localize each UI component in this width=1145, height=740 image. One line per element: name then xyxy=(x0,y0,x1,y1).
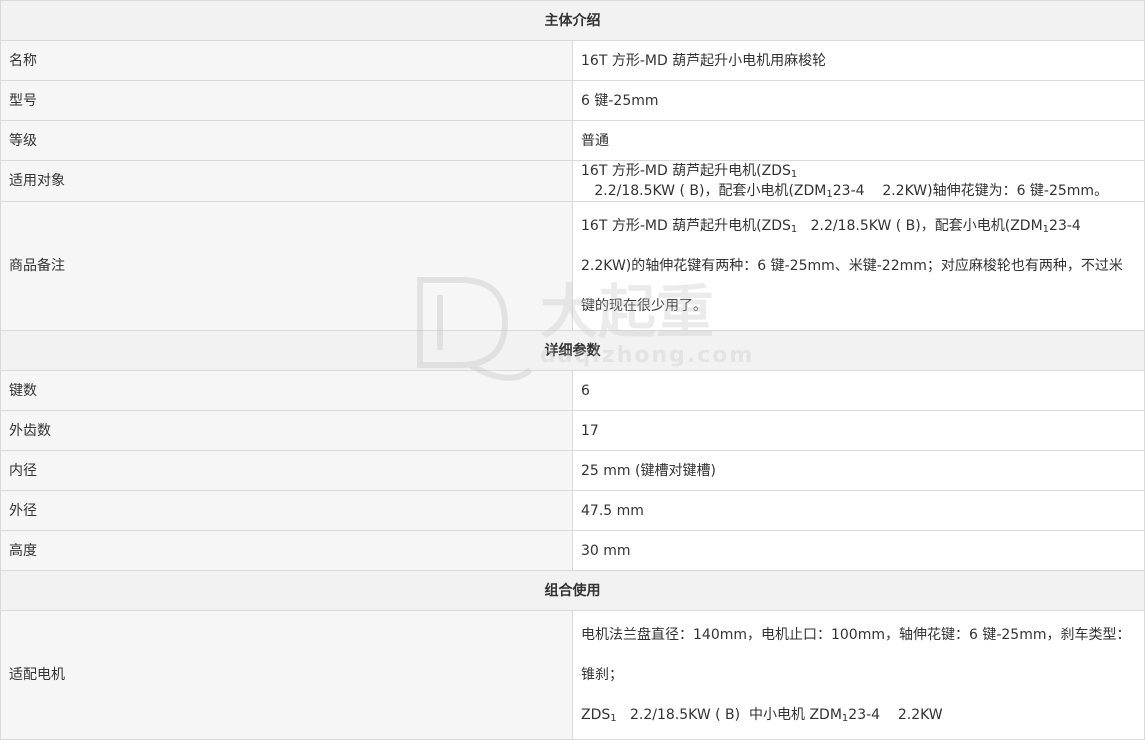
applicable-text-b: 2.2/18.5KW ( B)，配套小电机(ZDM xyxy=(581,183,827,199)
row-value-name: 16T 方形-MD 葫芦起升小电机用麻梭轮 xyxy=(572,40,1145,81)
row-grade: 等级 普通 xyxy=(0,120,1145,161)
row-model: 型号 6 键-25mm xyxy=(0,80,1145,121)
applicable-text-a: 16T 方形-MD 葫芦起升电机(ZDS xyxy=(581,163,791,179)
row-value-remarks: 16T 方形-MD 葫芦起升电机(ZDS1 2.2/18.5KW ( B)，配套… xyxy=(572,201,1145,331)
section-params-row: 详细参数 xyxy=(0,330,1145,371)
row-value-outer-teeth: 17 xyxy=(572,410,1145,451)
row-outer-diameter: 外径 47.5 mm xyxy=(0,490,1145,531)
row-label-height: 高度 xyxy=(0,530,573,571)
row-value-applicable: 16T 方形-MD 葫芦起升电机(ZDS1 2.2/18.5KW ( B)，配套… xyxy=(572,160,1145,202)
row-value-inner-diameter: 25 mm (键槽对键槽) xyxy=(572,450,1145,491)
row-label-keys: 键数 xyxy=(0,370,573,411)
row-motor: 适配电机 电机法兰盘直径：140mm，电机止口：100mm，轴伸花键：6 键-2… xyxy=(0,610,1145,740)
row-outer-teeth: 外齿数 17 xyxy=(0,410,1145,451)
row-label-applicable: 适用对象 xyxy=(0,160,573,202)
applicable-sub-1: 1 xyxy=(790,169,798,180)
row-label-remarks: 商品备注 xyxy=(0,201,573,331)
row-inner-diameter: 内径 25 mm (键槽对键槽) xyxy=(0,450,1145,491)
motor-text-b: 2.2/18.5KW ( B) 中小电机 ZDM xyxy=(616,707,842,723)
row-label-motor: 适配电机 xyxy=(0,610,573,740)
row-value-motor: 电机法兰盘直径：140mm，电机止口：100mm，轴伸花键：6 键-25mm，刹… xyxy=(572,610,1145,740)
remarks-text-b: 2.2/18.5KW ( B)，配套小电机(ZDM xyxy=(797,218,1043,234)
section-intro-row: 主体介绍 xyxy=(0,0,1145,41)
row-label-model: 型号 xyxy=(0,80,573,121)
section-combo-row: 组合使用 xyxy=(0,570,1145,611)
motor-text-a: ZDS xyxy=(581,707,611,723)
row-value-model: 6 键-25mm xyxy=(572,80,1145,121)
motor-text-c: 23-4 2.2KW xyxy=(848,707,943,723)
applicable-text-c: 23-4 2.2KW)轴伸花键为：6 键-25mm。 xyxy=(832,183,1109,199)
row-value-outer-diameter: 47.5 mm xyxy=(572,490,1145,531)
row-keys: 键数 6 xyxy=(0,370,1145,411)
row-label-grade: 等级 xyxy=(0,120,573,161)
row-value-height: 30 mm xyxy=(572,530,1145,571)
row-value-grade: 普通 xyxy=(572,120,1145,161)
motor-line-2: ZDS1 2.2/18.5KW ( B) 中小电机 ZDM123-4 2.2KW xyxy=(581,695,1136,735)
row-height: 高度 30 mm xyxy=(0,530,1145,571)
row-label-outer-diameter: 外径 xyxy=(0,490,573,531)
row-name: 名称 16T 方形-MD 葫芦起升小电机用麻梭轮 xyxy=(0,40,1145,81)
row-applicable: 适用对象 16T 方形-MD 葫芦起升电机(ZDS1 2.2/18.5KW ( … xyxy=(0,160,1145,202)
row-label-inner-diameter: 内径 xyxy=(0,450,573,491)
spec-table: 主体介绍 名称 16T 方形-MD 葫芦起升小电机用麻梭轮 型号 6 键-25m… xyxy=(0,0,1145,740)
row-label-outer-teeth: 外齿数 xyxy=(0,410,573,451)
row-label-name: 名称 xyxy=(0,40,573,81)
section-title-params: 详细参数 xyxy=(0,330,1145,371)
row-value-keys: 6 xyxy=(572,370,1145,411)
section-title-intro: 主体介绍 xyxy=(0,0,1145,41)
section-title-combo: 组合使用 xyxy=(0,570,1145,611)
motor-line-1: 电机法兰盘直径：140mm，电机止口：100mm，轴伸花键：6 键-25mm，刹… xyxy=(581,627,1131,683)
row-remarks: 商品备注 16T 方形-MD 葫芦起升电机(ZDS1 2.2/18.5KW ( … xyxy=(0,201,1145,331)
remarks-text-a: 16T 方形-MD 葫芦起升电机(ZDS xyxy=(581,218,791,234)
